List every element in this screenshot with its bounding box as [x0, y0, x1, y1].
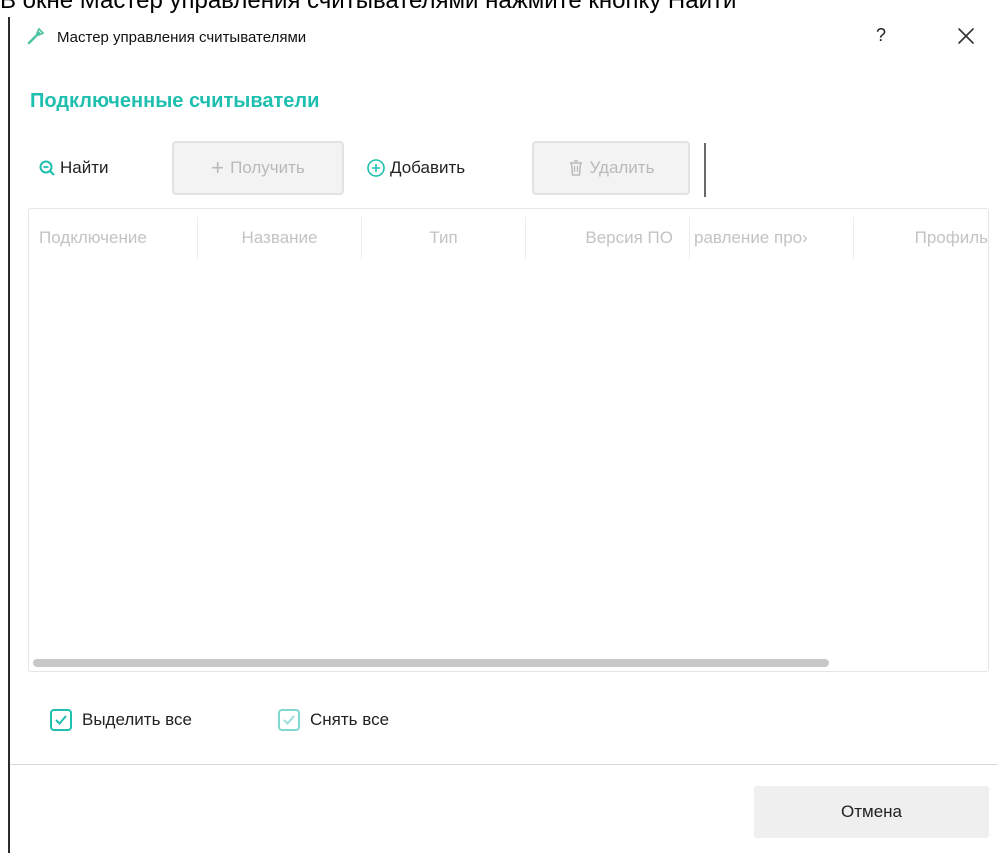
checkbox-checked-icon — [50, 709, 72, 731]
wand-icon — [27, 27, 45, 45]
column-header-connection[interactable]: Подключение — [35, 209, 197, 267]
add-label: Добавить — [390, 158, 466, 177]
plus-icon: + — [211, 155, 225, 180]
background-document-text: В окне Мастер управления считывателями н… — [0, 0, 998, 18]
select-all-toggle[interactable]: Выделить все — [50, 705, 192, 735]
section-title: Подключенные считыватели — [30, 90, 320, 112]
column-header-name[interactable]: Название — [198, 209, 361, 267]
help-button[interactable]: ? — [876, 25, 886, 46]
toolbar-divider — [704, 143, 706, 197]
table-header: Подключение Название Тип Версия ПО равле… — [29, 209, 988, 267]
select-all-label: Выделить все — [82, 710, 192, 729]
search-icon — [39, 160, 55, 176]
title-bar: Мастер управления считывателями ? — [10, 17, 998, 57]
deselect-all-label: Снять все — [310, 710, 390, 729]
deselect-all-toggle[interactable]: Снять все — [278, 705, 389, 735]
instruction-text: В окне Мастер управления считывателями н… — [0, 0, 737, 14]
column-header-direction[interactable]: равление про› — [690, 209, 853, 267]
window-title: Мастер управления считывателями — [57, 29, 307, 46]
footer-divider — [10, 764, 998, 765]
close-icon[interactable] — [956, 26, 976, 46]
column-header-version[interactable]: Версия ПО — [526, 209, 689, 267]
readers-table[interactable]: Подключение Название Тип Версия ПО равле… — [28, 208, 989, 672]
checkbox-checked-icon — [278, 709, 300, 731]
delete-label: Удалить — [589, 158, 655, 177]
get-button[interactable]: + Получить — [172, 141, 344, 195]
cancel-button[interactable]: Отмена — [754, 786, 989, 838]
find-button[interactable]: Найти — [38, 141, 148, 195]
get-label: Получить — [230, 158, 305, 177]
trash-icon — [569, 160, 582, 176]
horizontal-scrollbar[interactable] — [33, 659, 829, 667]
delete-button[interactable]: Удалить — [532, 141, 690, 195]
reader-wizard-dialog: Мастер управления считывателями ? Подклю… — [8, 17, 998, 853]
find-label: Найти — [60, 158, 109, 177]
plus-circle-icon — [367, 159, 385, 177]
add-button[interactable]: Добавить — [366, 141, 516, 195]
column-header-profile[interactable]: Профиль — [854, 209, 988, 267]
column-header-type[interactable]: Тип — [362, 209, 525, 267]
